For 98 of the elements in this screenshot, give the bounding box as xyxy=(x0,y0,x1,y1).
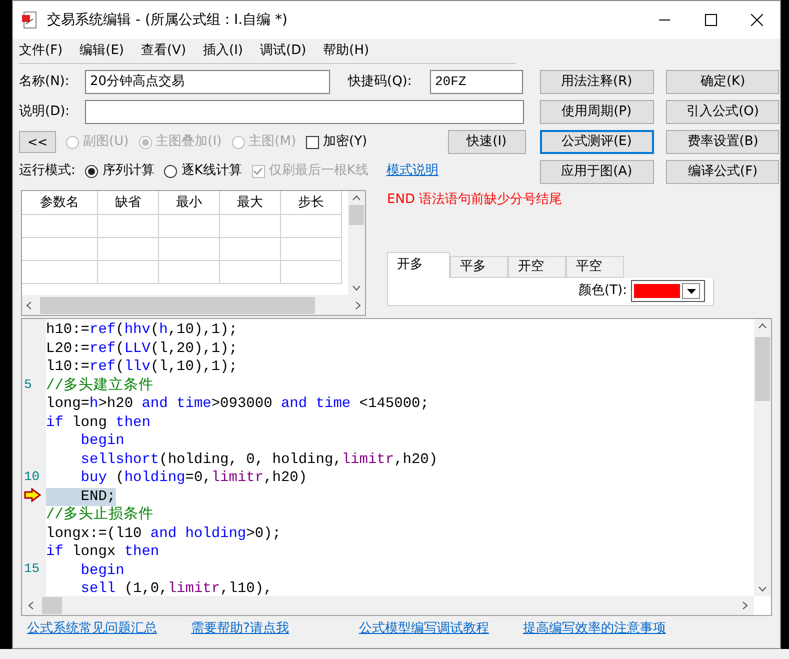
help-link[interactable]: 公式模型编写调试教程 xyxy=(358,619,489,639)
table-cell xyxy=(220,238,281,261)
error-message: END 语法语句前缺少分号结尾 xyxy=(387,191,564,209)
dialog-button[interactable]: 编译公式(F) xyxy=(666,160,780,184)
scrollbar-thumb[interactable] xyxy=(40,296,315,314)
code-line: sell (1,0,limitr,l10), xyxy=(80,580,272,596)
dialog-button[interactable]: 引入公式(O) xyxy=(666,100,780,124)
radio-button[interactable] xyxy=(164,164,178,178)
description-input[interactable] xyxy=(85,100,524,124)
scroll-up-icon[interactable] xyxy=(758,323,767,329)
table-cell xyxy=(98,238,159,261)
signal-tab[interactable]: 开空 xyxy=(508,256,566,278)
code-line: begin xyxy=(80,432,124,450)
code-editor[interactable] xyxy=(21,318,772,616)
scroll-right-icon[interactable] xyxy=(355,300,361,310)
color-label: 颜色(T): xyxy=(578,282,627,300)
help-link[interactable]: 提高编写效率的注意事项 xyxy=(522,619,666,639)
column-header[interactable]: 缺省 xyxy=(98,191,159,215)
radio-label: 副图(U) xyxy=(83,133,129,152)
code-line: //多头止损条件 xyxy=(46,506,154,524)
scrollbar-thumb[interactable] xyxy=(42,597,62,614)
dialog-button[interactable]: 应用于图(A) xyxy=(540,160,654,184)
mode-help-link[interactable]: 模式说明 xyxy=(386,161,438,181)
field-label: 名称(N): xyxy=(19,73,70,92)
code-line: long=h>h20 and time>093000 and time <145000; xyxy=(46,395,429,414)
dialog-button[interactable]: 确定(K) xyxy=(666,70,780,94)
window-title: 交易系统编辑 - (所属公式组 : I.自编 *) xyxy=(47,10,288,30)
radio-label: 序列计算 xyxy=(102,162,154,180)
code-line: L20:=ref(LLV(l,20),1); xyxy=(46,340,238,358)
radio-label: 主图(M) xyxy=(248,133,296,152)
line-number: 5 xyxy=(24,376,32,394)
code-line: if longx then xyxy=(46,543,160,562)
dialog-button[interactable]: 用法注释(R) xyxy=(540,70,654,94)
code-line: sellshort(holding, 0, holding,limitr,h20) xyxy=(80,450,438,469)
menu-item[interactable]: 插入(I) xyxy=(203,41,244,61)
radio-label: 主图叠加(I) xyxy=(156,133,222,152)
field-label: 快捷码(Q): xyxy=(348,73,413,92)
run-mode-label: 运行模式: xyxy=(19,162,76,180)
table-cell xyxy=(159,261,220,284)
signal-tab[interactable]: 平空 xyxy=(566,256,624,278)
menu-item[interactable]: 查看(V) xyxy=(140,41,186,61)
code-line: longx:=(l10 and holding>0); xyxy=(46,524,281,543)
checkbox-label: 仅刷最后一根K线 xyxy=(268,162,368,180)
table-cell xyxy=(281,215,342,238)
column-header[interactable]: 最大 xyxy=(220,191,281,215)
editor-vertical-scrollbar[interactable] xyxy=(754,319,771,596)
scrollbar-thumb[interactable] xyxy=(755,337,770,401)
code-line: begin xyxy=(80,562,124,580)
collapse-button[interactable]: << xyxy=(19,131,56,153)
table-cell xyxy=(220,261,281,284)
scroll-left-icon[interactable] xyxy=(26,300,32,310)
radio-label: 逐K线计算 xyxy=(181,162,242,180)
vertical-scrollbar[interactable] xyxy=(348,191,365,295)
table-cell xyxy=(159,215,220,238)
fast-button[interactable]: 快速(I) xyxy=(448,130,526,154)
code-line: h10:=ref(hhv(h,10),1); xyxy=(46,321,238,340)
line-number: 10 xyxy=(24,468,40,486)
code-line: if long then xyxy=(46,414,150,432)
table-cell xyxy=(281,261,342,284)
scroll-right-icon[interactable] xyxy=(742,601,748,610)
menu-item[interactable]: 编辑(E) xyxy=(80,41,124,61)
radio-button[interactable] xyxy=(85,164,98,178)
horizontal-scrollbar[interactable] xyxy=(22,295,365,315)
menu-item[interactable]: 帮助(H) xyxy=(323,41,370,61)
table-cell xyxy=(98,215,159,238)
signal-tab[interactable]: 开多 xyxy=(387,252,450,278)
scroll-down-icon[interactable] xyxy=(352,285,361,291)
checkbox[interactable] xyxy=(306,136,320,148)
editor-horizontal-scrollbar[interactable] xyxy=(22,596,754,615)
shortcut-input[interactable]: 20FZ xyxy=(430,70,523,94)
table-cell xyxy=(281,238,342,261)
app-icon xyxy=(21,11,39,29)
table-cell xyxy=(220,215,281,238)
table-cell xyxy=(159,238,220,261)
table-cell xyxy=(98,261,159,284)
help-link[interactable]: 需要帮助?请点我 xyxy=(191,619,289,639)
checkbox-label: 加密(Y) xyxy=(323,133,368,152)
column-header[interactable]: 步长 xyxy=(281,191,342,215)
signal-tab[interactable]: 平多 xyxy=(450,256,508,278)
dialog-button[interactable]: 费率设置(B) xyxy=(666,130,780,154)
code-line: //多头建立条件 xyxy=(46,376,154,395)
column-header[interactable]: 最小 xyxy=(159,191,220,215)
column-header[interactable]: 参数名 xyxy=(22,191,98,215)
scroll-left-icon[interactable] xyxy=(28,601,34,610)
scrollbar-thumb[interactable] xyxy=(349,205,364,225)
dialog-button[interactable]: 公式测评(E) xyxy=(540,130,654,154)
dialog-button[interactable]: 使用周期(P) xyxy=(540,100,654,124)
help-link[interactable]: 公式系统常见问题汇总 xyxy=(27,619,157,639)
code-line: l10:=ref(llv(l,10),1); xyxy=(46,358,238,376)
name-input[interactable]: 20分钟高点交易 xyxy=(85,70,330,94)
code-line: buy (holding=0,limitr,h20) xyxy=(80,469,308,488)
field-label: 说明(D): xyxy=(19,103,71,122)
line-number: 15 xyxy=(24,560,40,578)
color-dropdown[interactable] xyxy=(631,280,705,302)
scroll-down-icon[interactable] xyxy=(758,586,767,592)
menu-item[interactable]: 文件(F) xyxy=(19,41,63,61)
menu-item[interactable]: 调试(D) xyxy=(260,41,306,61)
scroll-up-icon[interactable] xyxy=(352,195,361,201)
